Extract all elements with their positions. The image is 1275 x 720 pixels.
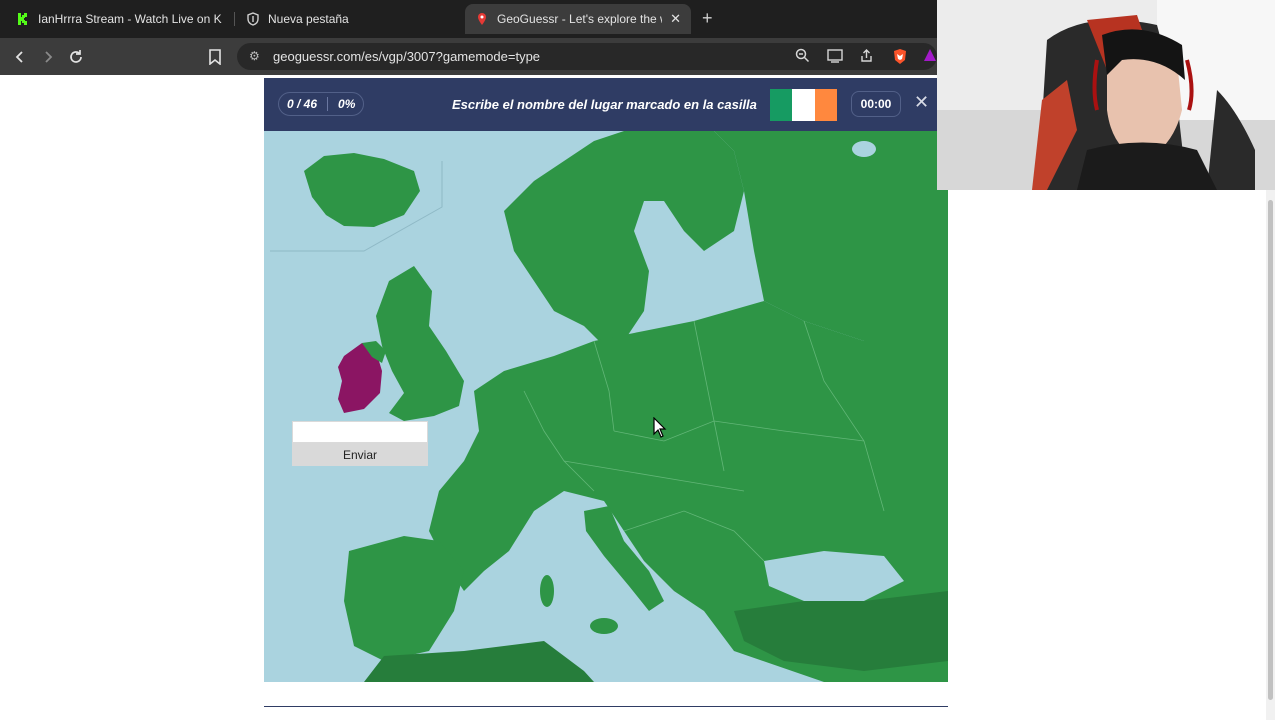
- bookmark-icon[interactable]: [205, 47, 225, 67]
- share-icon[interactable]: [859, 48, 874, 66]
- forward-icon[interactable]: [38, 47, 58, 67]
- streamer-webcam: [937, 0, 1275, 190]
- url-text[interactable]: geoguessr.com/es/vgp/3007?gamemode=type: [273, 49, 540, 64]
- brave-rewards-icon[interactable]: [923, 48, 937, 65]
- brave-shield-icon[interactable]: [892, 48, 908, 68]
- answer-input[interactable]: [292, 421, 428, 443]
- webcam-image: [937, 0, 1275, 190]
- ireland-flag: [770, 89, 837, 121]
- sicily[interactable]: [590, 618, 618, 634]
- close-tab-icon[interactable]: ✕: [670, 11, 681, 27]
- tab-kick-stream[interactable]: IanHrrra Stream - Watch Live on Kick: [6, 4, 232, 34]
- reload-icon[interactable]: [66, 47, 86, 67]
- game-timer: 00:00: [851, 91, 901, 117]
- shield-icon: [247, 12, 259, 26]
- geoguessr-game: 0 / 46 0% Escribe el nombre del lugar ma…: [264, 78, 948, 682]
- game-header: 0 / 46 0% Escribe el nombre del lugar ma…: [264, 78, 948, 131]
- europe-map-svg[interactable]: [264, 131, 948, 682]
- cast-icon[interactable]: [827, 48, 843, 66]
- flag-stripe-white: [792, 89, 815, 121]
- kick-icon: [16, 12, 30, 26]
- new-tab-button[interactable]: +: [702, 9, 713, 27]
- location-pin-icon: [478, 13, 486, 25]
- flag-stripe-orange: [814, 89, 837, 121]
- percent-correct: 0%: [338, 97, 356, 111]
- mouse-cursor-icon: [653, 417, 667, 438]
- scrollbar[interactable]: [1266, 190, 1275, 720]
- zoom-icon[interactable]: [795, 48, 810, 66]
- close-game-icon[interactable]: ✕: [914, 93, 929, 111]
- corsica-sardinia[interactable]: [540, 575, 554, 607]
- scrollbar-thumb[interactable]: [1268, 200, 1273, 700]
- page-divider: [264, 706, 948, 707]
- address-bar[interactable]: ⚙ geoguessr.com/es/vgp/3007?gamemode=typ…: [237, 43, 937, 70]
- score-divider: [327, 97, 329, 111]
- question-prompt: Escribe el nombre del lugar marcado en l…: [452, 97, 757, 112]
- progress-count: 0 / 46: [287, 97, 318, 111]
- back-icon[interactable]: [10, 47, 30, 67]
- flag-stripe-green: [770, 89, 793, 121]
- white-sea: [852, 141, 876, 157]
- tab-new-tab[interactable]: Nueva pestaña: [236, 4, 462, 34]
- submit-button[interactable]: Enviar: [292, 443, 428, 466]
- europe-map[interactable]: [264, 131, 948, 682]
- score-pill: 0 / 46 0%: [278, 92, 365, 116]
- tab-separator: [234, 12, 235, 26]
- answer-form: Enviar: [292, 421, 428, 466]
- site-settings-icon[interactable]: ⚙: [249, 49, 260, 63]
- tab-geoguessr[interactable]: GeoGuessr - Let's explore the wo ✕: [465, 4, 691, 34]
